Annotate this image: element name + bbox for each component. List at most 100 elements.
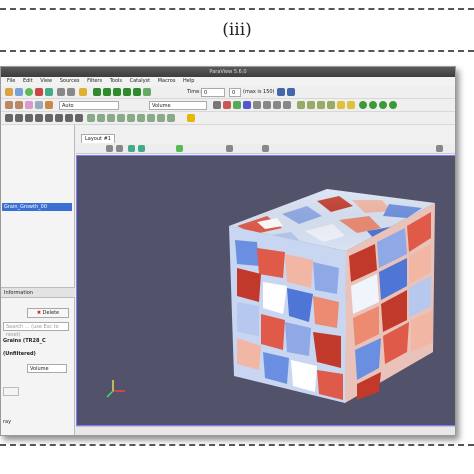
next-frame-icon[interactable]: [123, 88, 131, 96]
previous-frame-icon[interactable]: [103, 88, 111, 96]
annotate-icon[interactable]: [87, 114, 95, 122]
shrink-selection-icon[interactable]: [65, 114, 73, 122]
zoom-data-icon[interactable]: [287, 88, 295, 96]
color-array-select[interactable]: Auto: [59, 101, 119, 110]
max-time-label: (max is 150): [243, 89, 275, 95]
representation-select[interactable]: Volume: [149, 101, 207, 110]
dropdown-field[interactable]: [3, 387, 19, 396]
connect-icon[interactable]: [25, 88, 33, 96]
menu-catalyst[interactable]: Catalyst: [130, 78, 151, 84]
axis-y-icon[interactable]: [233, 101, 241, 109]
last-frame-icon[interactable]: [133, 88, 141, 96]
rotate-back-icon[interactable]: [263, 101, 271, 109]
probe-icon[interactable]: [107, 114, 115, 122]
reset-camera-icon[interactable]: [128, 145, 135, 152]
view-back-icon[interactable]: [283, 101, 291, 109]
axes-triad-icon: [106, 380, 125, 398]
color-map-icon[interactable]: [5, 101, 13, 109]
open-icon[interactable]: [5, 88, 13, 96]
rescale-custom-icon[interactable]: [25, 101, 33, 109]
stream-tracer-icon[interactable]: [369, 101, 377, 109]
extract-icon[interactable]: [347, 101, 355, 109]
camera-redo-icon[interactable]: [67, 88, 75, 96]
array-label: Grains (TR28_C: [3, 338, 46, 344]
rescale-icon[interactable]: [15, 101, 23, 109]
slice-icon[interactable]: [327, 101, 335, 109]
menu-view[interactable]: View: [40, 78, 52, 84]
plot-icon[interactable]: [117, 114, 125, 122]
save-icon[interactable]: [15, 88, 23, 96]
ruler-icon[interactable]: [97, 114, 105, 122]
render-view[interactable]: [76, 155, 455, 426]
camera-undo-icon[interactable]: [57, 88, 65, 96]
pencil-icon[interactable]: [187, 114, 195, 122]
split-horizontal-icon[interactable]: [106, 145, 113, 152]
pipeline-selected-item[interactable]: Grain_Growth_00: [2, 203, 72, 211]
loop-icon[interactable]: [143, 88, 151, 96]
split-vertical-icon[interactable]: [116, 145, 123, 152]
redo-icon[interactable]: [45, 88, 53, 96]
view-icon[interactable]: [273, 101, 281, 109]
menu-tools[interactable]: Tools: [110, 78, 122, 84]
threshold-icon[interactable]: [337, 101, 345, 109]
dashed-divider-top: [0, 8, 474, 10]
status-bar: [76, 426, 455, 435]
screenshot-icon[interactable]: [167, 114, 175, 122]
spreadsheet-icon[interactable]: [137, 114, 145, 122]
camera-toolbar: [1, 112, 455, 125]
camera-reset-icon[interactable]: [213, 101, 221, 109]
view-select-icon[interactable]: [226, 145, 233, 152]
python-icon[interactable]: [147, 114, 155, 122]
clear-selection-icon[interactable]: [75, 114, 83, 122]
window-title: ParaView 5.6.0: [1, 67, 455, 77]
rescale-visible-icon[interactable]: [35, 101, 43, 109]
close-view-icon[interactable]: [436, 145, 443, 152]
clip-icon[interactable]: [317, 101, 325, 109]
delete-icon: ✖: [36, 310, 42, 316]
representation-toolbar: Auto Volume: [1, 99, 455, 112]
tab-layout-1[interactable]: Layout #1: [81, 134, 115, 143]
representation-field[interactable]: Volume: [27, 364, 67, 373]
menu-sources[interactable]: Sources: [60, 78, 80, 84]
axis-z-icon[interactable]: [243, 101, 251, 109]
axis-x-icon[interactable]: [223, 101, 231, 109]
first-frame-icon[interactable]: [93, 88, 101, 96]
menu-filters[interactable]: Filters: [87, 78, 102, 84]
menu-file[interactable]: File: [7, 78, 15, 84]
trace-icon[interactable]: [157, 114, 165, 122]
information-tab[interactable]: Information: [1, 287, 75, 298]
figure-panel: (iii) ParaView 5.6.0 File Edit View Sour…: [0, 0, 474, 474]
grow-selection-icon[interactable]: [55, 114, 63, 122]
delete-button[interactable]: ✖ Delete: [27, 308, 69, 318]
menu-edit[interactable]: Edit: [23, 78, 33, 84]
play-icon[interactable]: [113, 88, 121, 96]
undo-icon[interactable]: [35, 88, 43, 96]
dashed-divider-bottom: [0, 444, 474, 446]
view-toolbar: [76, 144, 455, 154]
settings-icon[interactable]: [79, 88, 87, 96]
time-index-field[interactable]: 0: [229, 88, 241, 97]
glyph-icon[interactable]: [359, 101, 367, 109]
view-settings-icon[interactable]: [262, 145, 269, 152]
panel-label: (iii): [222, 20, 252, 40]
select-block-icon[interactable]: [45, 114, 53, 122]
zoom-icon[interactable]: [277, 88, 285, 96]
toggle-icon[interactable]: [176, 145, 183, 152]
select-cells-icon[interactable]: [25, 114, 33, 122]
warp-icon[interactable]: [379, 101, 387, 109]
interactive-select-icon[interactable]: [35, 114, 43, 122]
menu-help[interactable]: Help: [183, 78, 194, 84]
calculator-icon[interactable]: [297, 101, 305, 109]
properties-search-input[interactable]: Search ... (use Esc to reset): [3, 322, 69, 338]
rotate-icon[interactable]: [253, 101, 261, 109]
group-icon[interactable]: [389, 101, 397, 109]
menu-macros[interactable]: Macros: [158, 78, 176, 84]
histogram-icon[interactable]: [127, 114, 135, 122]
selection-icon[interactable]: [5, 114, 13, 122]
select-points-icon[interactable]: [15, 114, 23, 122]
rescale-temporal-icon[interactable]: [45, 101, 53, 109]
main-toolbar: Time: 0 0 (max is 150): [1, 86, 455, 99]
contour-icon[interactable]: [307, 101, 315, 109]
time-value-field[interactable]: 0: [201, 88, 225, 97]
view-x-icon[interactable]: [138, 145, 145, 152]
